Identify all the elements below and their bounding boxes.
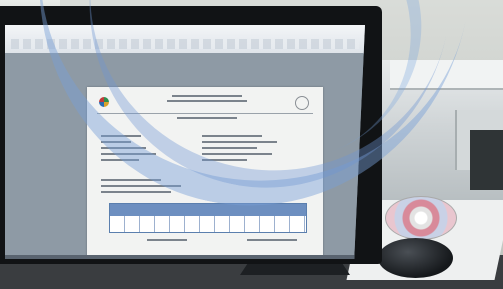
footer-text-line	[247, 239, 297, 241]
status-bar	[5, 255, 365, 259]
photo-scene	[0, 0, 503, 289]
cd-icon	[385, 196, 457, 240]
printer-top	[390, 60, 503, 90]
body-text-line	[101, 179, 161, 181]
body-text-line	[202, 147, 257, 149]
header-text-line	[167, 100, 247, 102]
ribbon-toolbar	[11, 39, 359, 49]
body-text-line	[202, 153, 272, 155]
shelf-edge	[470, 130, 503, 190]
document-table	[109, 203, 307, 233]
body-text-line	[101, 135, 141, 137]
body-text-line	[202, 159, 247, 161]
body-text-line	[101, 185, 181, 187]
seal-icon	[295, 96, 309, 110]
body-text-line	[101, 153, 156, 155]
table-header-row	[110, 204, 306, 216]
body-text-line	[101, 191, 171, 193]
document-area	[5, 53, 365, 259]
body-text-line	[101, 147, 146, 149]
app-ribbon	[5, 25, 365, 54]
header-rule	[97, 113, 313, 114]
logo-icon	[99, 97, 109, 107]
body-text-line	[101, 159, 139, 161]
document-page	[87, 87, 323, 259]
subject-text-line	[177, 117, 237, 119]
footer-text-line	[147, 239, 187, 241]
header-text-line	[172, 95, 242, 97]
table-body-row	[110, 216, 306, 232]
monitor-icon	[0, 6, 382, 264]
body-text-line	[202, 135, 262, 137]
mouse-icon	[378, 238, 453, 278]
monitor-screen	[5, 25, 365, 259]
body-text-line	[202, 141, 277, 143]
body-text-line	[101, 141, 131, 143]
